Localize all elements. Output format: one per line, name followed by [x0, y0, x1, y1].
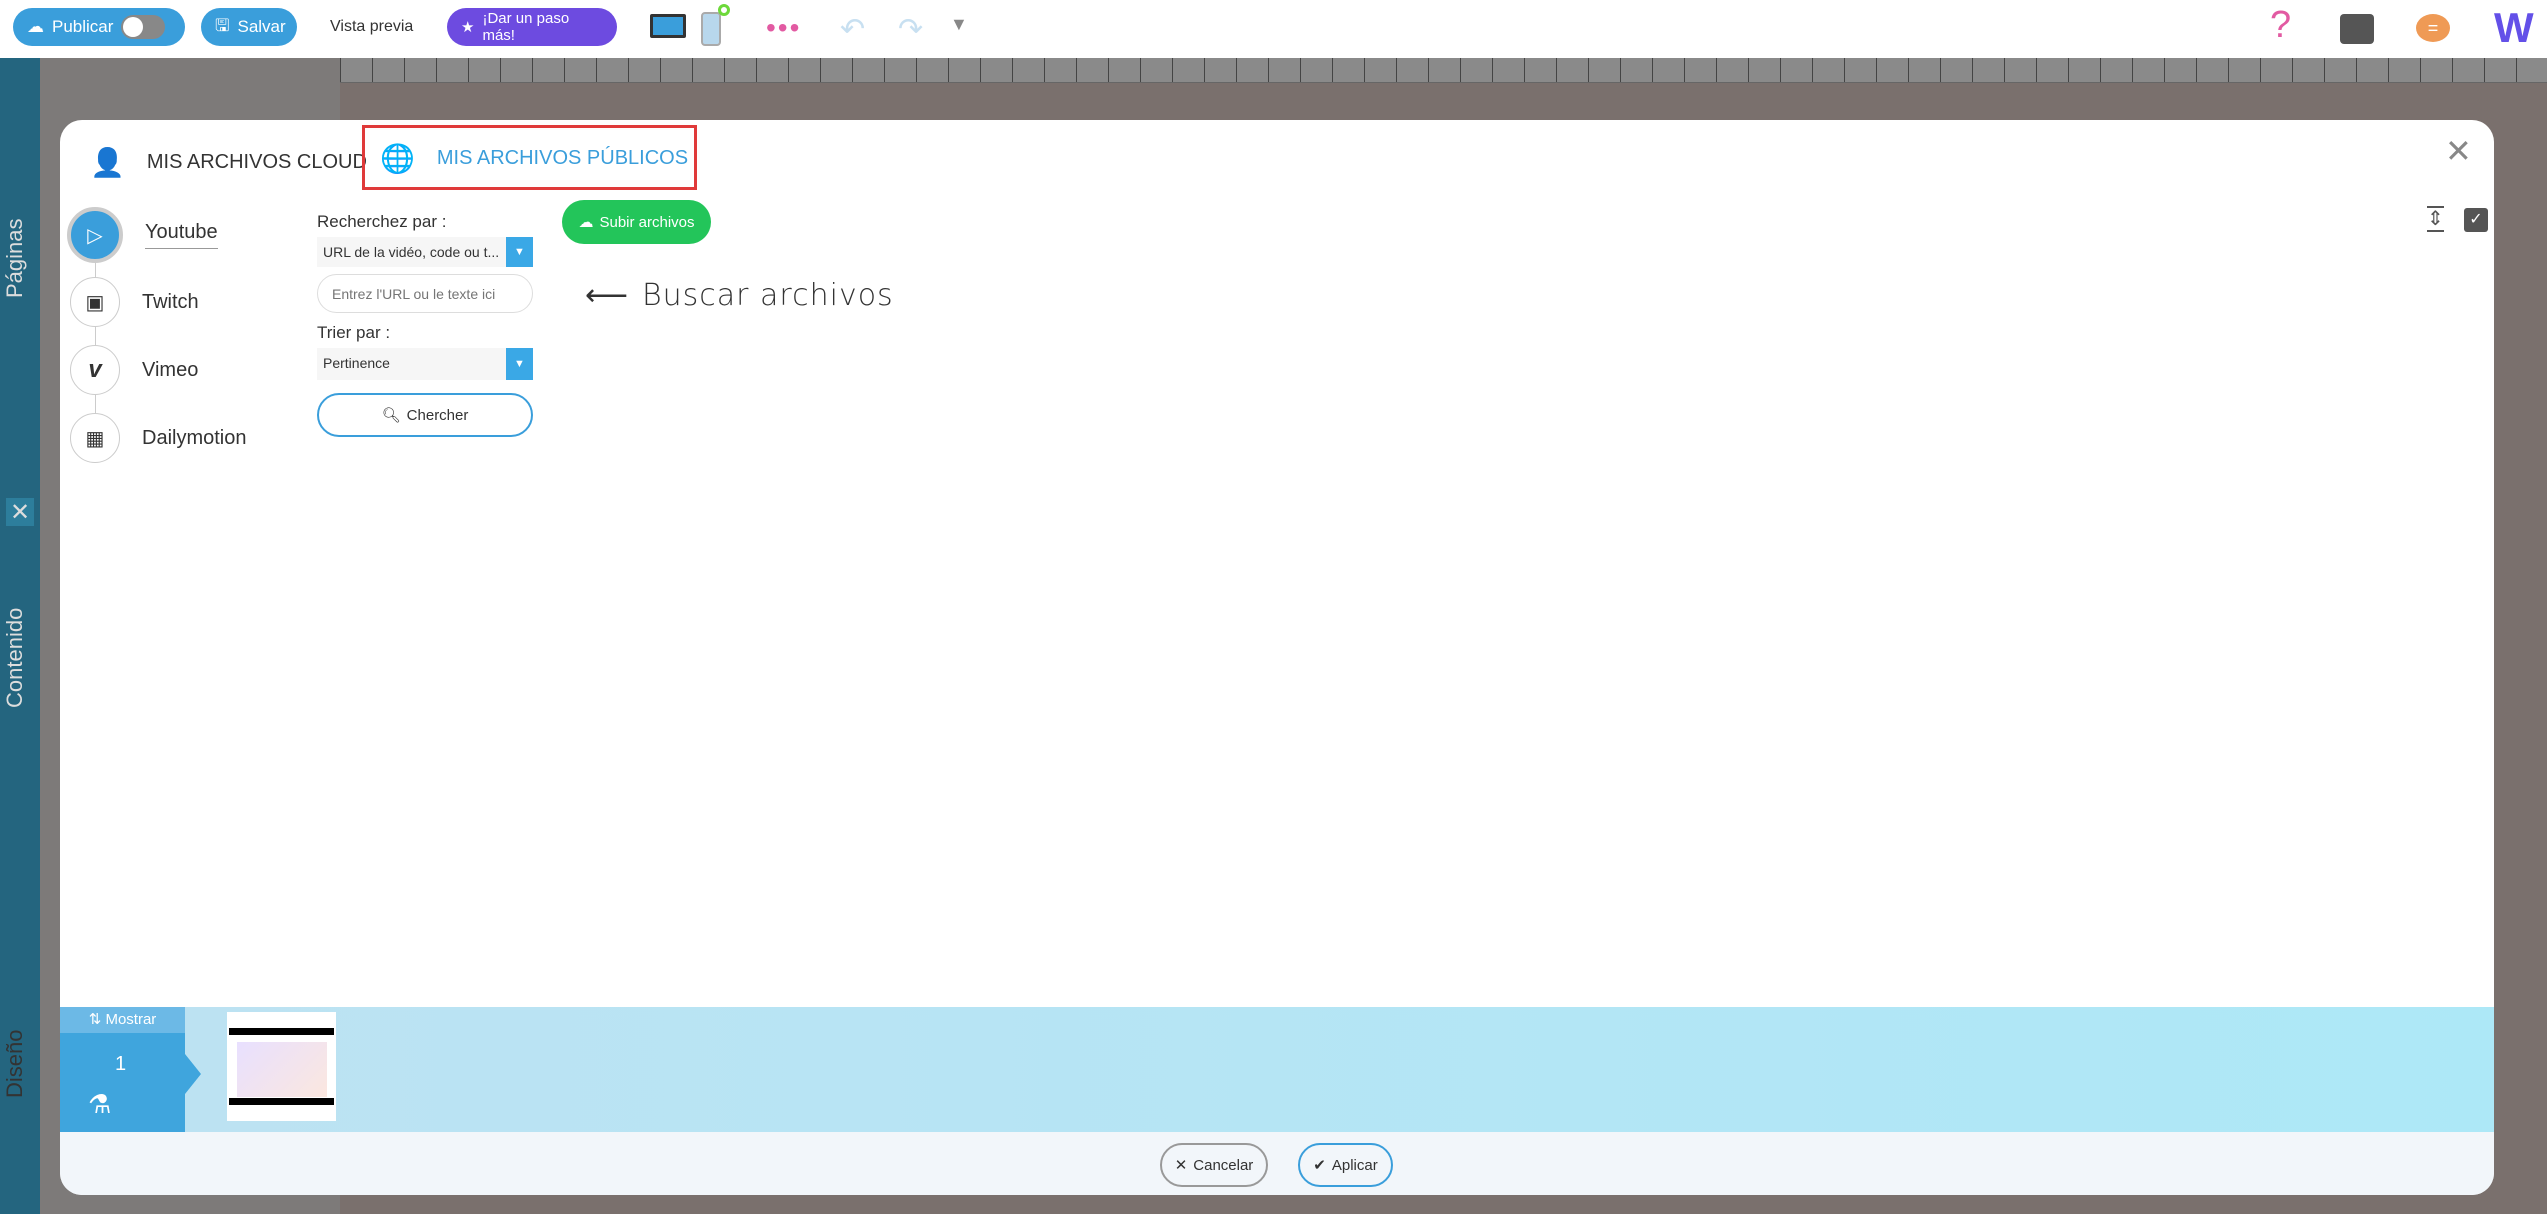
upload-button[interactable]: ☁ Subir archivos: [562, 200, 711, 244]
source-vimeo[interactable]: v Vimeo: [70, 345, 198, 395]
page-number: 1: [115, 1053, 127, 1075]
page-indicator: 1 ⚗: [60, 1033, 185, 1132]
show-label: Mostrar: [105, 1011, 157, 1028]
publish-button[interactable]: ☁ Publicar: [13, 8, 185, 46]
preview-link[interactable]: Vista previa: [330, 18, 413, 36]
source-dailymotion[interactable]: ▦ Dailymotion: [70, 413, 246, 463]
source-label: Youtube: [145, 221, 218, 249]
sidebar-design[interactable]: Diseño: [2, 1030, 28, 1098]
binoculars-icon[interactable]: [2340, 14, 2374, 44]
button-label: Cancelar: [1193, 1156, 1254, 1174]
page-thumbnail[interactable]: [227, 1012, 336, 1121]
publish-label: Publicar: [52, 17, 114, 36]
search-icon: 🔍︎: [381, 407, 401, 424]
play-icon: ▷: [67, 207, 123, 263]
upgrade-button[interactable]: ★ ¡Dar un paso más!: [447, 8, 617, 46]
upgrade-label: ¡Dar un paso más!: [482, 10, 570, 44]
search-button[interactable]: 🔍︎ Chercher: [317, 393, 533, 437]
close-icon[interactable]: ✕: [6, 498, 34, 526]
close-dialog-icon[interactable]: ✕: [2445, 132, 2472, 170]
button-label: Chercher: [406, 406, 469, 424]
show-toggle[interactable]: ⇅ Mostrar: [60, 1007, 185, 1033]
tab-label: MIS ARCHIVOS PÚBLICOS: [436, 147, 689, 169]
check-icon: ✔: [1313, 1157, 1326, 1174]
save-button[interactable]: 🖫 Salvar: [201, 8, 297, 46]
search-input[interactable]: [317, 274, 533, 313]
source-twitch[interactable]: ▣ Twitch: [70, 277, 199, 327]
tab-public-files[interactable]: 🌐 MIS ARCHIVOS PÚBLICOS: [380, 142, 688, 175]
top-toolbar: ☁ Publicar 🖫 Salvar Vista previa ★ ¡Dar …: [0, 0, 2547, 58]
file-manager-dialog: 👤 MIS ARCHIVOS CLOUD 🌐 MIS ARCHIVOS PÚBL…: [60, 120, 2494, 1195]
globe-icon: 🌐: [380, 143, 415, 174]
twitch-icon: ▣: [70, 277, 120, 327]
ruler: [340, 58, 2547, 83]
more-icon[interactable]: •••: [766, 12, 801, 44]
desktop-view-icon[interactable]: [650, 14, 686, 38]
history-dropdown-icon[interactable]: ▼: [950, 14, 968, 35]
cancel-button[interactable]: ✕ Cancelar: [1160, 1143, 1268, 1187]
search-by-label: Recherchez par :: [317, 212, 447, 231]
button-label: Subir archivos: [599, 213, 695, 231]
select-value: Pertinence: [323, 355, 390, 371]
chat-icon[interactable]: =: [2416, 14, 2450, 42]
cloud-upload-icon: ☁: [27, 17, 44, 36]
vimeo-icon: v: [70, 345, 120, 395]
page-pointer: [185, 1054, 201, 1094]
sidebar-pages[interactable]: Páginas: [2, 218, 28, 298]
star-icon: ★: [461, 19, 475, 36]
tab-label: MIS ARCHIVOS CLOUD: [146, 150, 367, 173]
source-label: Dailymotion: [142, 426, 247, 449]
publish-toggle[interactable]: [121, 15, 166, 39]
arrow-left-icon: ⟵: [585, 278, 629, 313]
floppy-icon: 🖫: [215, 15, 230, 35]
save-label: Salvar: [237, 17, 286, 36]
tab-cloud-files[interactable]: 👤 MIS ARCHIVOS CLOUD: [90, 142, 367, 182]
help-icon[interactable]: ?: [2270, 4, 2291, 47]
source-label: Twitch: [142, 290, 199, 313]
sidebar-content[interactable]: Contenido: [2, 608, 28, 708]
mobile-active-dot: [718, 4, 730, 16]
page-strip: ⇅ Mostrar 1 ⚗: [60, 1007, 2494, 1132]
undo-icon[interactable]: ↶: [840, 12, 865, 47]
button-label: Aplicar: [1331, 1156, 1378, 1174]
source-label: Vimeo: [142, 358, 199, 381]
select-value: URL de la vidéo, code ou t...: [323, 244, 500, 260]
sort-select[interactable]: Pertinence ▼: [317, 348, 533, 380]
select-all-checkbox[interactable]: ✓: [2464, 208, 2488, 232]
flask-icon[interactable]: ⚗: [88, 1089, 111, 1120]
redo-icon[interactable]: ↷: [898, 12, 923, 47]
source-youtube[interactable]: ▷ Youtube: [67, 207, 218, 263]
collapse-icon[interactable]: ⇕: [2427, 206, 2444, 232]
annotation-text: Buscar archivos: [642, 278, 894, 313]
sort-label: Trier par :: [317, 323, 391, 342]
mobile-view-icon[interactable]: [701, 12, 721, 46]
brand-logo: W: [2494, 4, 2534, 51]
apply-button[interactable]: ✔ Aplicar: [1298, 1143, 1393, 1187]
search-by-select[interactable]: URL de la vidéo, code ou t... ▼: [317, 237, 533, 267]
grid-icon: ▦: [70, 413, 120, 463]
cloud-upload-icon: ☁: [578, 214, 594, 231]
dialog-footer: ✕ Cancelar ✔ Aplicar: [60, 1132, 2494, 1195]
x-icon: ✕: [1174, 1157, 1188, 1174]
left-sidebar: Páginas ✕ Contenido Diseño: [0, 58, 40, 1214]
chevron-down-icon: ▼: [506, 348, 533, 380]
user-icon: 👤: [90, 146, 125, 178]
annotation: ⟵ Buscar archivos: [585, 278, 894, 313]
chevron-down-icon: ▼: [506, 237, 533, 267]
